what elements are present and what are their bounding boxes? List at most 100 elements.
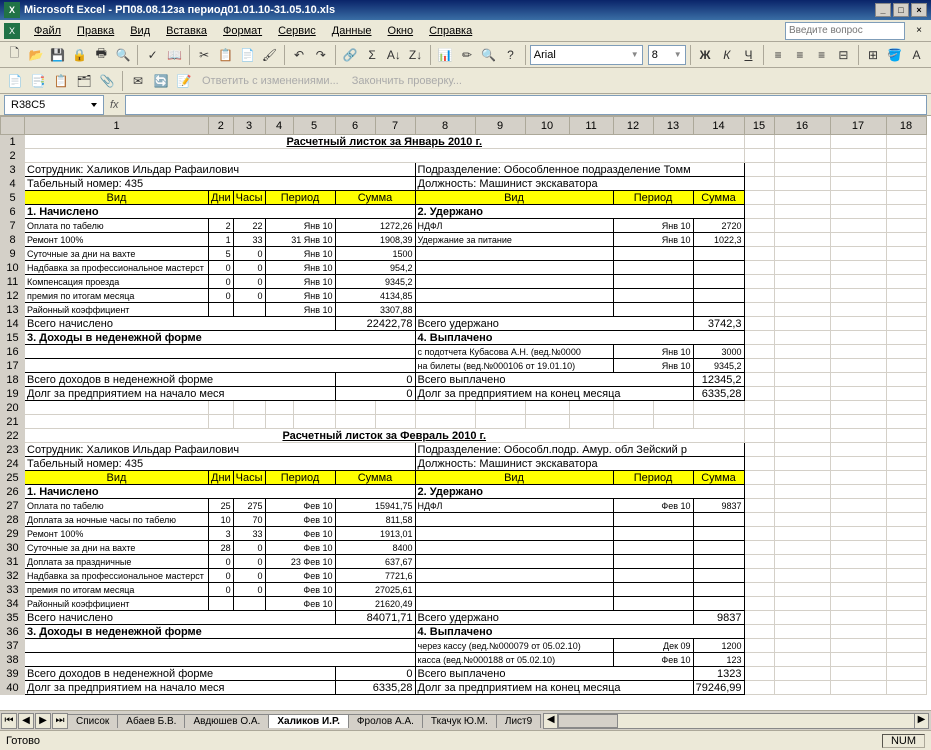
grid-row[interactable]: 24Табельный номер: 435Должность: Машинис…	[1, 457, 927, 471]
row-header[interactable]: 6	[1, 205, 25, 219]
align-center-icon[interactable]: ≡	[790, 44, 811, 66]
cell[interactable]: Фев 10	[265, 499, 335, 513]
grid-row[interactable]: 18Всего доходов в неденежной форме0Всего…	[1, 373, 927, 387]
cell[interactable]: на билеты (вед.№000106 от 19.01.10)	[415, 359, 613, 373]
cell[interactable]: Сумма	[693, 471, 744, 485]
cell[interactable]	[774, 135, 830, 149]
cell[interactable]	[830, 401, 886, 415]
cell[interactable]	[233, 597, 265, 611]
cell[interactable]	[830, 681, 886, 695]
cell[interactable]: 0	[335, 373, 415, 387]
cell[interactable]	[693, 513, 744, 527]
cell[interactable]	[475, 415, 525, 429]
tb2-icon2[interactable]: 📑	[27, 70, 49, 92]
cell[interactable]	[830, 457, 886, 471]
hyperlink-icon[interactable]: 🔗	[340, 44, 361, 66]
cell[interactable]: 4. Выплачено	[415, 625, 744, 639]
cell[interactable]: Должность: Машинист экскаватора	[415, 177, 744, 191]
grid-row[interactable]: 39Всего доходов в неденежной форме0Всего…	[1, 667, 927, 681]
cell[interactable]	[525, 401, 569, 415]
cell[interactable]	[744, 149, 774, 163]
cell[interactable]	[830, 233, 886, 247]
cell[interactable]	[415, 569, 613, 583]
cell[interactable]: 3000	[693, 345, 744, 359]
cell[interactable]: 637,67	[335, 555, 415, 569]
cell[interactable]	[475, 401, 525, 415]
cell[interactable]	[233, 303, 265, 317]
cell[interactable]	[25, 415, 209, 429]
cell[interactable]	[744, 359, 774, 373]
cell[interactable]: 0	[233, 261, 265, 275]
cell[interactable]	[886, 485, 926, 499]
cell[interactable]: 6335,28	[335, 681, 415, 695]
menu-data[interactable]: Данные	[324, 23, 380, 39]
cell[interactable]	[830, 247, 886, 261]
cell[interactable]	[744, 429, 774, 443]
cell[interactable]	[830, 443, 886, 457]
cell[interactable]	[415, 583, 613, 597]
cell[interactable]: Янв 10	[265, 303, 335, 317]
cell[interactable]	[830, 485, 886, 499]
cell[interactable]: Янв 10	[265, 261, 335, 275]
menu-window[interactable]: Окно	[380, 23, 422, 39]
cell[interactable]	[886, 443, 926, 457]
cell[interactable]: 0	[233, 275, 265, 289]
grid-row[interactable]: 34Районный коэффициентФев 1021620,49	[1, 597, 927, 611]
cell[interactable]	[830, 163, 886, 177]
row-header[interactable]: 4	[1, 177, 25, 191]
cell[interactable]	[744, 471, 774, 485]
cell[interactable]	[744, 443, 774, 457]
spreadsheet-grid[interactable]: 123456789101112131415161718 1Расчетный л…	[0, 116, 931, 710]
cell[interactable]	[744, 275, 774, 289]
row-header[interactable]: 13	[1, 303, 25, 317]
cell[interactable]	[774, 163, 830, 177]
cell[interactable]	[744, 163, 774, 177]
spelling-icon[interactable]: ✓	[142, 44, 163, 66]
cell[interactable]: 3742,3	[693, 317, 744, 331]
cell[interactable]: 0	[233, 289, 265, 303]
cell[interactable]: Вид	[25, 471, 209, 485]
cell[interactable]	[774, 387, 830, 401]
drawing-icon[interactable]: ✏	[457, 44, 478, 66]
row-header[interactable]: 38	[1, 653, 25, 667]
cell[interactable]: 0	[209, 583, 234, 597]
menu-edit[interactable]: Правка	[69, 23, 122, 39]
cell[interactable]	[774, 485, 830, 499]
cell[interactable]	[830, 625, 886, 639]
grid-row[interactable]: 20	[1, 401, 927, 415]
cell[interactable]	[744, 527, 774, 541]
cell[interactable]: Янв 10	[265, 289, 335, 303]
cell[interactable]	[209, 415, 234, 429]
align-right-icon[interactable]: ≡	[811, 44, 832, 66]
borders-icon[interactable]: ⊞	[863, 44, 884, 66]
cell[interactable]	[613, 275, 693, 289]
align-left-icon[interactable]: ≡	[768, 44, 789, 66]
cell[interactable]	[233, 415, 265, 429]
cell[interactable]	[693, 261, 744, 275]
row-header[interactable]: 5	[1, 191, 25, 205]
cell[interactable]: 1913,01	[335, 527, 415, 541]
cell[interactable]	[886, 331, 926, 345]
research-icon[interactable]: 📖	[164, 44, 185, 66]
cell[interactable]	[830, 303, 886, 317]
cell[interactable]: 3. Доходы в неденежной форме	[25, 331, 416, 345]
cell[interactable]: Сотрудник: Халиков Ильдар Рафаилович	[25, 443, 416, 457]
redo-icon[interactable]: ↷	[310, 44, 331, 66]
cell[interactable]: Сумма	[335, 471, 415, 485]
cell[interactable]	[265, 401, 293, 415]
fill-color-icon[interactable]: 🪣	[884, 44, 905, 66]
cell[interactable]: 0	[233, 555, 265, 569]
cell[interactable]	[415, 415, 475, 429]
merge-icon[interactable]: ⊟	[833, 44, 854, 66]
cell[interactable]	[744, 541, 774, 555]
menu-file[interactable]: Файл	[26, 23, 69, 39]
cell[interactable]: 1. Начислено	[25, 485, 416, 499]
cell[interactable]	[613, 401, 653, 415]
cell[interactable]: 0	[335, 387, 415, 401]
column-headers[interactable]: 123456789101112131415161718	[1, 117, 927, 135]
cell[interactable]	[744, 555, 774, 569]
cell[interactable]: 0	[209, 569, 234, 583]
grid-row[interactable]: 35Всего начислено84071,71Всего удержано9…	[1, 611, 927, 625]
cell[interactable]	[886, 625, 926, 639]
cell[interactable]	[774, 527, 830, 541]
